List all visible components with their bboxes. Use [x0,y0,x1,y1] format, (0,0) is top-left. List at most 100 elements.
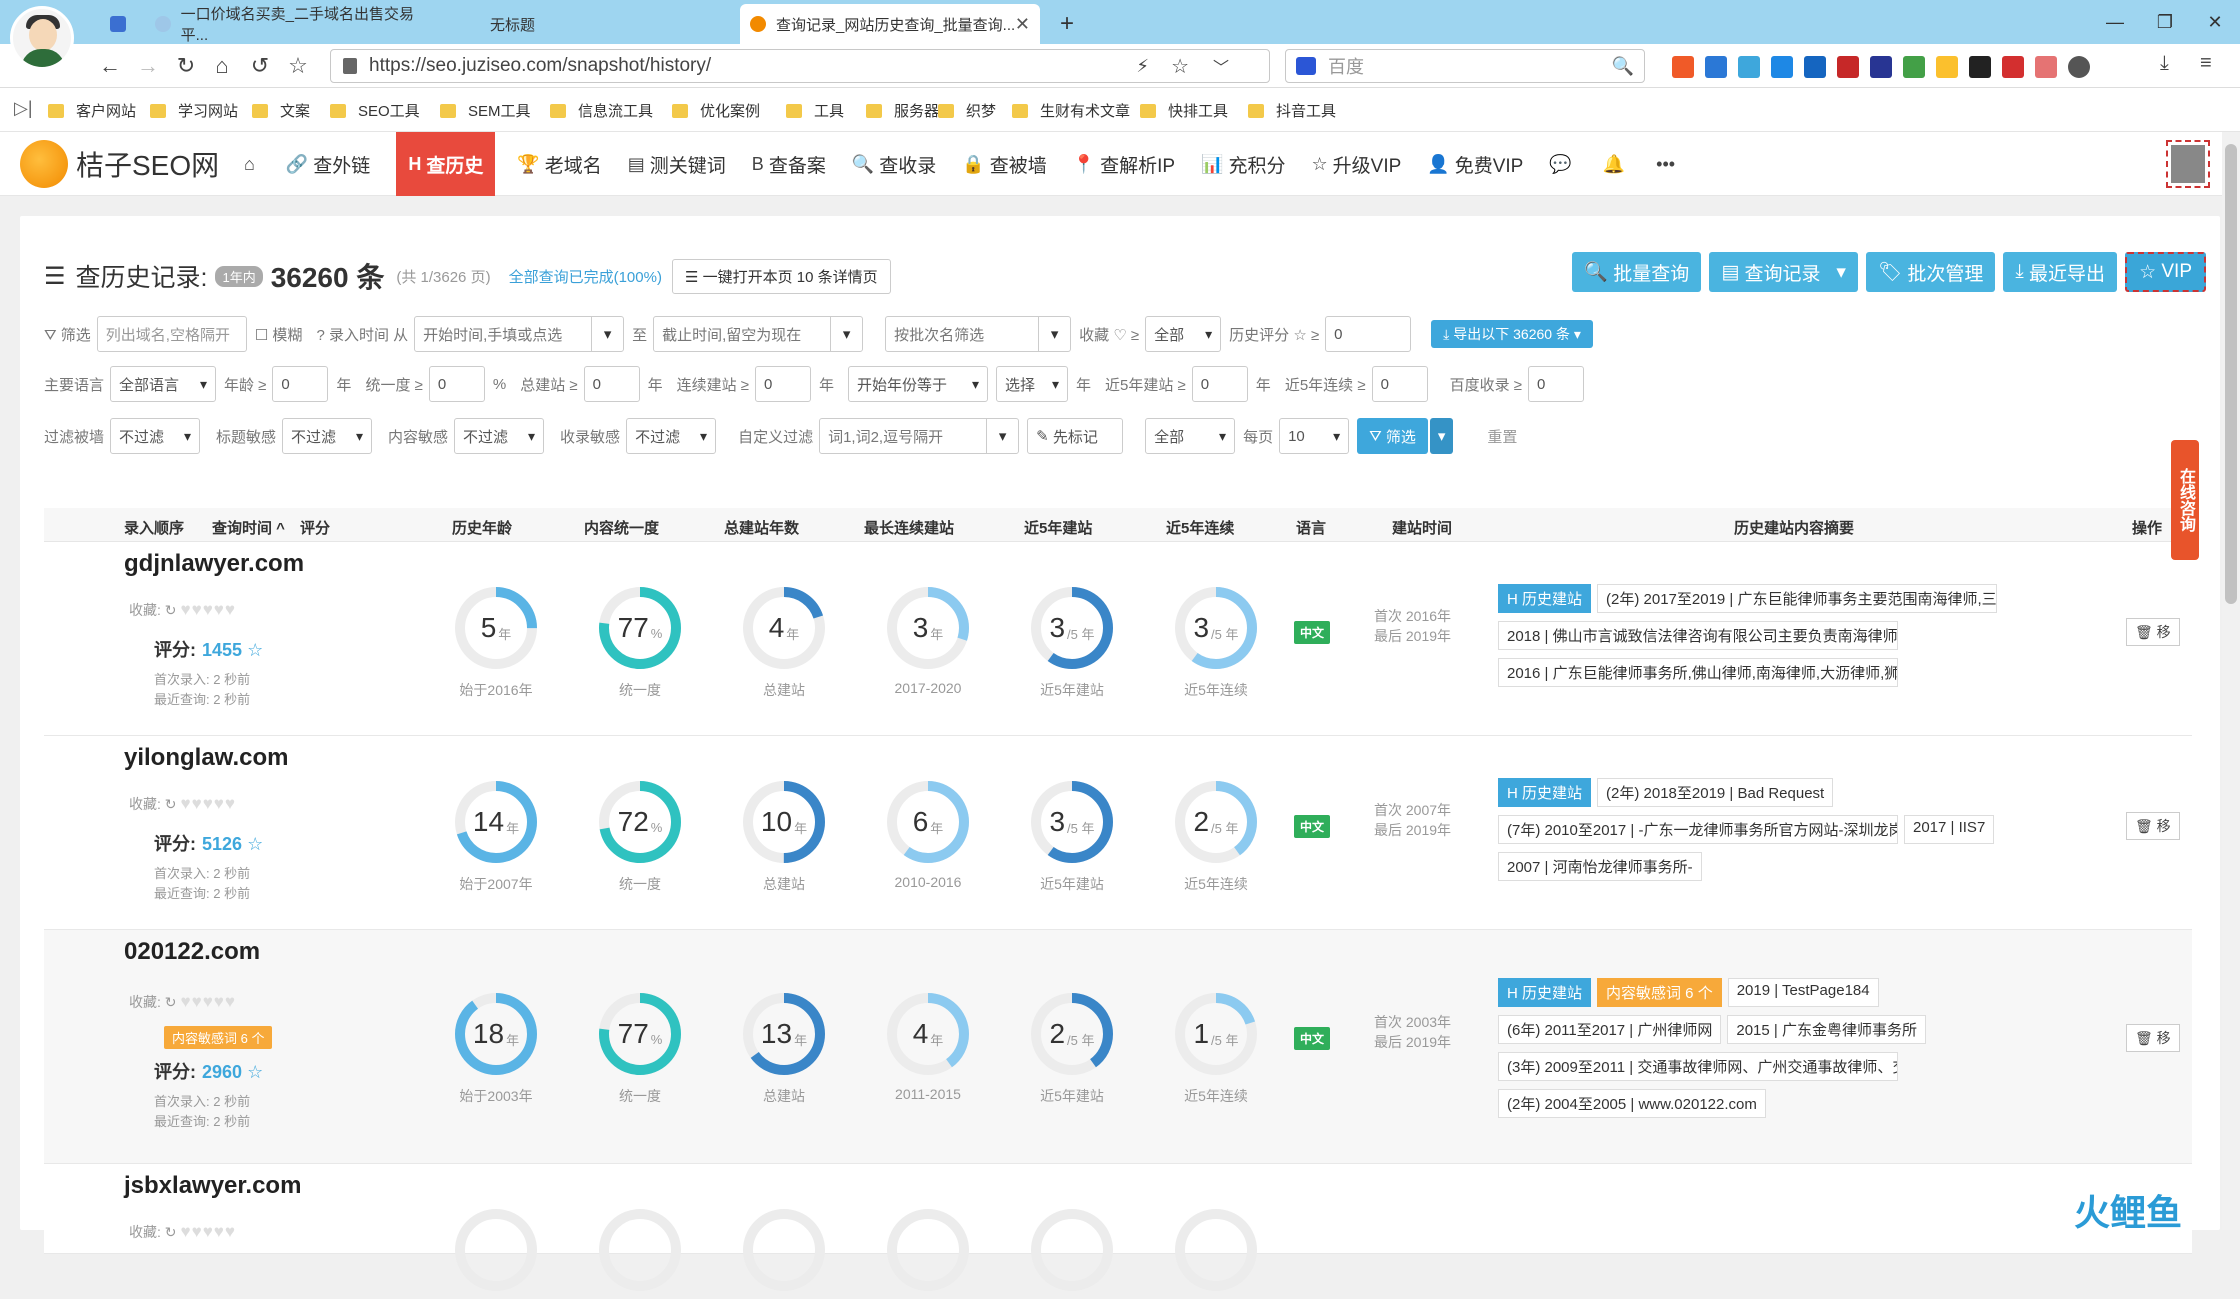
nav-item-4[interactable]: ▤ 测关键词 [628,151,726,178]
end-time-input[interactable]: 截止时间,留空为现在 ▾ [653,316,864,352]
refresh-icon[interactable]: ↻ [165,796,177,812]
undo-button[interactable]: ↺ [246,52,274,80]
nav-item-1[interactable]: 🔗 查外链 [286,151,370,178]
filter-button[interactable]: ⛛ 筛选 [1357,418,1428,454]
user-avatar[interactable] [10,6,74,70]
ext-icon-7[interactable] [1870,56,1892,78]
custom-filter-input[interactable]: 词1,词2,逗号隔开 ▾ [819,418,1020,454]
heart-rating-icon[interactable]: ♥♥♥♥♥ [181,1222,236,1241]
summary-chip[interactable]: (3年) 2009至2011 | 交通事故律师网、广州交通事故律师、交通... [1498,1052,1898,1081]
recent-export-button[interactable]: ⤓ 最近导出 [2003,252,2118,292]
menu-icon[interactable]: ≡ [2200,52,2222,74]
reload-button[interactable]: ↻ [172,52,200,80]
score-input[interactable]: 0 [1325,316,1412,352]
ext-icon-5[interactable] [1804,56,1826,78]
summary-chip[interactable]: 2007 | 河南怡龙律师事务所- [1498,852,1702,881]
ext-icon-8[interactable] [1903,56,1925,78]
heart-rating-icon[interactable]: ♥♥♥♥♥ [181,992,236,1011]
summary-chip[interactable]: (6年) 2011至2017 | 广州律师网 [1498,1015,1722,1044]
move-button[interactable]: 🗑 移 [2126,618,2180,646]
content-filter-select[interactable]: 不过滤 [454,418,545,454]
bookmark-item[interactable]: SEM工具 [440,100,531,121]
ext-icon-2[interactable] [1705,56,1727,78]
all-select[interactable]: 全部 [1145,418,1236,454]
ext-icon-9[interactable] [1936,56,1958,78]
recent5-cons-input[interactable]: 0 [1371,366,1428,402]
summary-chip[interactable]: 2016 | 广东巨能律师事务所,佛山律师,南海律师,大沥律师,狮山律师... [1498,658,1898,687]
summary-chip[interactable]: 2018 | 佛山市言诚致信法律咨询有限公司主要负责南海律师/三水律师/... [1498,621,1898,650]
header-cell[interactable]: 录入顺序 [124,517,184,538]
ext-icon-1[interactable] [1672,56,1694,78]
bookmark-star-icon[interactable]: ☆ [284,52,312,80]
search-icon[interactable]: 🔍 [1612,56,1634,77]
nav-item-9[interactable]: 📊 充积分 [1201,151,1285,178]
summary-chip[interactable]: H 历史建站 [1498,978,1592,1007]
ext-icon-6[interactable] [1837,56,1859,78]
mark-first-button[interactable]: ✎ 先标记 [1027,418,1124,454]
nav-item-6[interactable]: 🔍 查收录 [852,151,936,178]
star-icon[interactable]: ☆ [247,640,263,660]
bookmark-item[interactable]: 抖音工具 [1248,100,1336,121]
site-logo[interactable]: 桔子SEO网 [20,140,219,188]
summary-chip[interactable]: (2年) 2004至2005 | www.020122.com [1498,1089,1766,1118]
summary-chip[interactable]: 2019 | TestPage184 [1727,978,1879,1007]
ext-icon-10[interactable] [1969,56,1991,78]
new-tab-button[interactable]: + [1050,4,1090,44]
domain-name[interactable]: gdjnlawyer.com [124,550,304,578]
summary-chip[interactable]: (7年) 2010至2017 | -广东一龙律师事务所官方网站-深圳龙岗... [1498,815,1898,844]
tab-domain-market[interactable]: 一口价域名买卖_二手域名出售交易平... [145,4,445,44]
nav-item-14[interactable]: ••• [1656,154,1680,175]
summary-chip[interactable]: 2015 | 广东金粤律师事务所 [1727,1015,1926,1044]
summary-chip[interactable]: H 历史建站 [1498,584,1592,613]
restore-button[interactable]: ❐ [2140,0,2190,44]
bookmark-item[interactable]: 学习网站 [150,100,238,121]
filter-dropdown-button[interactable]: ▾ [1429,418,1454,454]
url-input[interactable]: https://seo.juziseo.com/snapshot/history… [330,49,1270,83]
fav-select[interactable]: 全部 [1145,316,1222,352]
domain-name[interactable]: 020122.com [124,938,260,966]
nav-item-10[interactable]: ☆ 升级VIP [1312,151,1402,178]
reset-link[interactable]: 重置 [1487,426,1517,447]
nav-item-8[interactable]: 📍 查解析IP [1073,151,1175,178]
move-button[interactable]: 🗑 移 [2126,1024,2180,1052]
ext-icon-4[interactable] [1771,56,1793,78]
domain-name[interactable]: yilonglaw.com [124,744,288,772]
summary-chip[interactable]: 2017 | IIS7 [1904,815,1995,844]
refresh-icon[interactable]: ↻ [165,994,177,1010]
ext-icon-3[interactable] [1738,56,1760,78]
batch-manage-button[interactable]: 🏷 批次管理 [1865,252,1996,292]
pdf-icon[interactable] [2002,56,2024,78]
range-badge[interactable]: 1年内 [215,265,263,287]
forward-button[interactable]: → [134,52,162,80]
batch-select[interactable]: 按批次名筛选 ▾ [885,316,1072,352]
domain-name[interactable]: jsbxlawyer.com [124,1172,301,1200]
bookmark-item[interactable]: 工具 [786,100,844,121]
chevron-down-icon[interactable]: ﹀ [1213,54,1229,78]
summary-chip[interactable]: 内容敏感词 6 个 [1597,978,1722,1007]
summary-chip[interactable]: (2年) 2017至2019 | 广东巨能律师事务主要范围南海律师,三水... [1597,584,1998,613]
tab-query-history[interactable]: 查询记录_网站历史查询_批量查询... ✕ [740,4,1040,44]
age-input[interactable]: 0 [272,366,329,402]
start-time-input[interactable]: 开始时间,手填或点选 ▾ [414,316,625,352]
wall-filter-select[interactable]: 不过滤 [110,418,201,454]
heart-rating-icon[interactable]: ♥♥♥♥♥ [181,600,236,619]
star-icon[interactable]: ☆ [247,834,263,854]
nav-item-3[interactable]: 🏆 老域名 [517,151,601,178]
nav-item-12[interactable]: 💬 [1549,154,1576,175]
refresh-icon[interactable]: ↻ [165,602,177,618]
back-button[interactable]: ← [96,52,124,80]
sidebar-toggle-icon[interactable]: ▷| [14,98,33,119]
open-details-button[interactable]: ☰ 一键打开本页 10 条详情页 [671,258,891,294]
bookmark-item[interactable]: 快排工具 [1140,100,1228,121]
bookmark-item[interactable]: SEO工具 [330,100,420,121]
summary-chip[interactable]: (2年) 2018至2019 | Bad Request [1597,778,1834,807]
lightning-icon[interactable]: ⚡ [1136,56,1149,77]
baidu-index-input[interactable]: 0 [1527,366,1584,402]
star-icon[interactable]: ☆ [247,1062,263,1082]
refresh-icon[interactable]: ↻ [165,1224,177,1240]
bookmark-item[interactable]: 生财有术文章 [1012,100,1130,121]
total-sites-input[interactable]: 0 [583,366,640,402]
close-window-button[interactable]: ✕ [2190,0,2240,44]
recent5-input[interactable]: 0 [1191,366,1248,402]
consecutive-input[interactable]: 0 [755,366,812,402]
